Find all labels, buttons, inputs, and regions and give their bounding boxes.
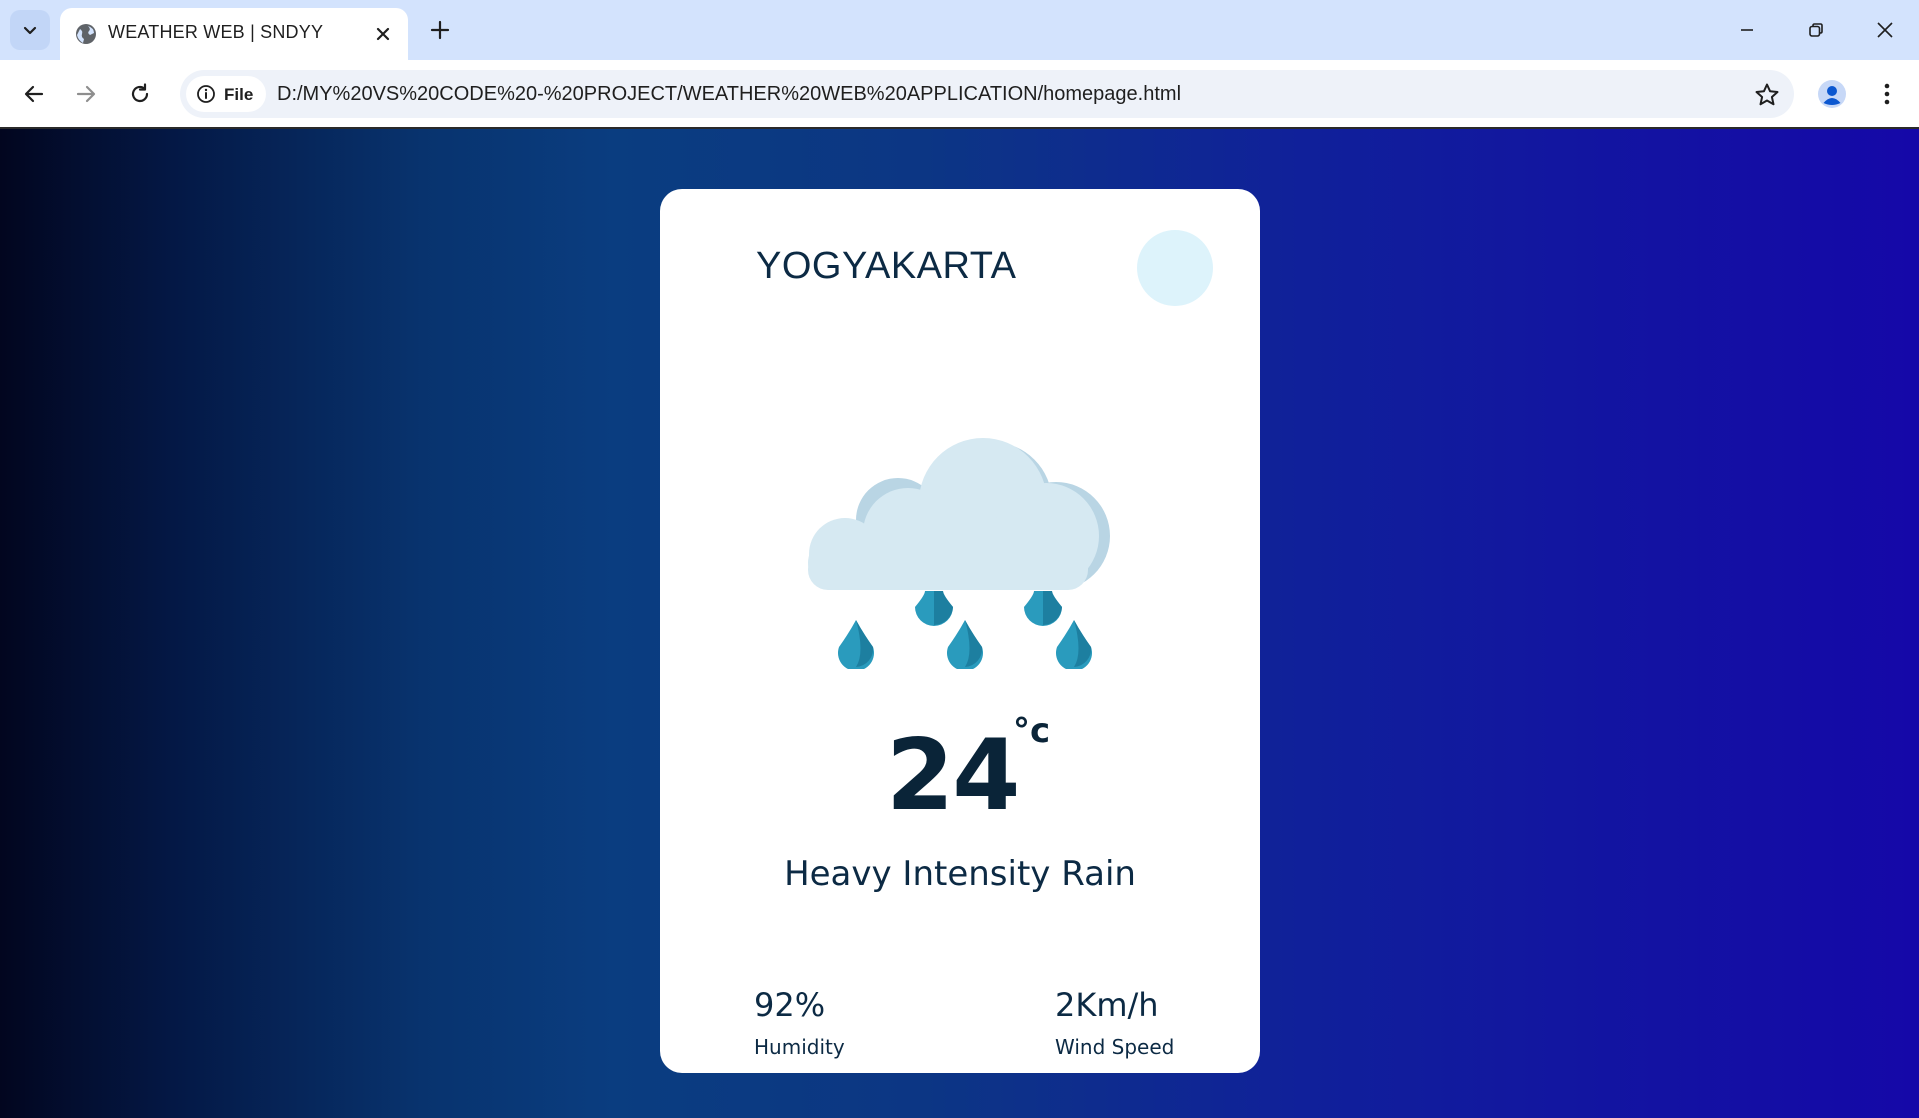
globe-icon	[76, 24, 96, 44]
info-icon	[197, 85, 215, 103]
weather-card: YOGYAKARTA 24 °c Heavy Intensity Rain 92…	[660, 189, 1260, 1073]
heavy-rain-cloud-icon	[808, 438, 1110, 669]
wind-speed-label: Wind Speed	[1055, 1035, 1175, 1059]
tab-title: WEATHER WEB | SNDYY	[108, 22, 324, 42]
search-button[interactable]	[1137, 230, 1213, 306]
weather-condition: Heavy Intensity Rain	[784, 854, 1136, 894]
minimize-button[interactable]	[1722, 10, 1772, 50]
arrow-left-icon	[24, 85, 44, 103]
new-tab-button[interactable]	[424, 14, 456, 46]
browser-toolbar: File D:/MY%20VS%20CODE%20-%20PROJECT/WEA…	[0, 60, 1919, 128]
site-info-chip[interactable]: File	[186, 76, 266, 112]
reload-icon	[131, 83, 149, 103]
page-viewport: YOGYAKARTA 24 °c Heavy Intensity Rain 92…	[0, 129, 1919, 1118]
avatar-icon	[1818, 80, 1846, 108]
minimize-icon	[1741, 29, 1753, 31]
url-text[interactable]: D:/MY%20VS%20CODE%20-%20PROJECT/WEATHER%…	[277, 83, 1181, 106]
profile-button[interactable]	[1814, 76, 1850, 112]
chevron-down-icon	[23, 26, 37, 35]
restore-button[interactable]	[1791, 10, 1841, 50]
close-window-button[interactable]	[1860, 10, 1910, 50]
plus-icon	[430, 20, 450, 40]
browser-menu-button[interactable]	[1872, 76, 1902, 112]
reload-button[interactable]	[122, 76, 158, 112]
back-button[interactable]	[16, 76, 52, 112]
address-bar[interactable]: File D:/MY%20VS%20CODE%20-%20PROJECT/WEA…	[180, 70, 1794, 118]
arrow-right-icon	[76, 85, 96, 103]
tab-close-button[interactable]	[370, 21, 396, 47]
site-chip-label: File	[224, 85, 254, 104]
tab-search-button[interactable]	[10, 10, 50, 50]
forward-button[interactable]	[68, 76, 104, 112]
temperature-unit: °c	[1013, 711, 1051, 751]
close-icon	[1877, 22, 1893, 38]
more-vertical-icon	[1884, 83, 1890, 105]
close-icon	[376, 27, 390, 41]
humidity-label: Humidity	[754, 1035, 845, 1059]
city-name: YOGYAKARTA	[756, 245, 1017, 287]
temperature-value: 24	[886, 719, 1020, 833]
tab-strip: WEATHER WEB | SNDYY	[0, 0, 1919, 60]
wind-speed-value: 2Km/h	[1055, 986, 1159, 1024]
restore-icon	[1809, 23, 1823, 37]
humidity-value: 92%	[754, 986, 826, 1024]
browser-tab-active[interactable]: WEATHER WEB | SNDYY	[60, 8, 408, 60]
bookmark-star-icon[interactable]	[1754, 82, 1780, 108]
